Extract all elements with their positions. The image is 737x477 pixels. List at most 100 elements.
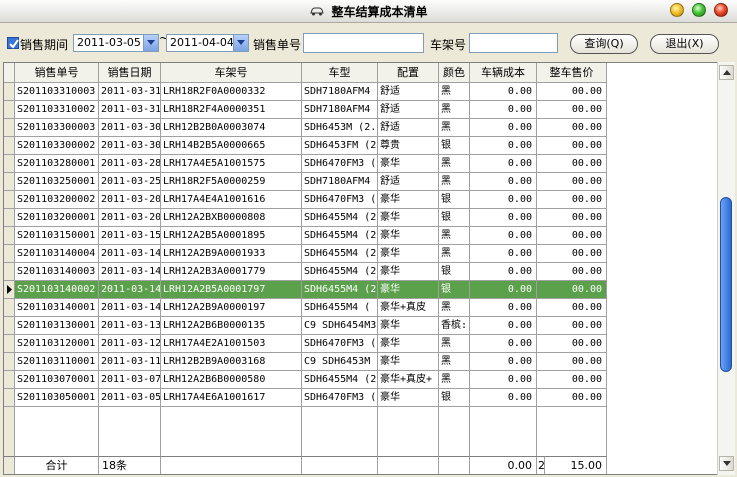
table-cell: 黑 [439,353,470,371]
date-from-select[interactable]: 2011-03-05 [73,34,159,52]
table-cell: 黑 [439,83,470,101]
table-cell: 银 [439,209,470,227]
table-cell: 0.00 [470,389,537,407]
date-to-select[interactable]: 2011-04-04 [166,34,249,52]
table-cell: 0.00 [470,83,537,101]
scroll-down-button[interactable] [719,456,734,471]
table-cell: SDH6470FM3 ( [302,155,378,173]
row-indicator[interactable] [4,155,15,173]
column-header[interactable]: 销售日期 [99,63,161,83]
table-cell: 0.00 [470,263,537,281]
scroll-thumb[interactable] [720,197,732,372]
table-cell: S201103140003 [15,263,99,281]
date-to-dropdown-button[interactable] [233,35,248,51]
table-cell: 2011-03-14 [99,245,161,263]
column-header[interactable]: 整车售价 [537,63,607,83]
vin-input[interactable] [469,33,558,53]
table-cell: 黑 [439,101,470,119]
row-indicator[interactable] [4,101,15,119]
table-cell: SDH6455M4 (2.0 [302,281,378,299]
table-cell: 2011-03-25 [99,173,161,191]
grid-line [301,407,302,456]
column-header[interactable]: 颜色 [439,63,470,83]
footer-price-total-prefix: 2 [537,456,545,474]
table-cell: SDH7180AFM4 ( [302,101,378,119]
table-cell: 0.00 [470,155,537,173]
table-cell: 00.00 [537,191,607,209]
table-cell: 银 [439,191,470,209]
table-cell: 0.00 [470,209,537,227]
grid-line [98,407,99,456]
table-cell: 2011-03-05 [99,389,161,407]
table-cell: 豪华 [378,263,439,281]
table-cell: 00.00 [537,209,607,227]
row-indicator[interactable] [4,173,15,191]
table-cell: 00.00 [537,101,607,119]
column-header[interactable]: 车型 [302,63,378,83]
header-indicator-cell [4,63,15,83]
row-indicator[interactable] [4,263,15,281]
table-cell: S201103150001 [15,227,99,245]
footer-cell [439,456,470,474]
table-cell: S201103250001 [15,173,99,191]
period-label: 销售期间 [20,38,69,52]
column-header[interactable]: 销售单号 [15,63,99,83]
row-indicator[interactable] [4,281,15,299]
table-cell: SDH7180AFM4 ( [302,83,378,101]
table-cell: C9 SDH6453M [302,353,378,371]
table-cell: S201103310002 [15,101,99,119]
row-indicator[interactable] [4,209,15,227]
table-cell: LRH17A4E4A1001616 [161,191,302,209]
date-to-value: 2011-04-04 [170,36,234,49]
table-cell: 00.00 [537,119,607,137]
table-cell: 豪华 [378,191,439,209]
scroll-up-button[interactable] [719,65,734,80]
table-cell: 豪华 [378,281,439,299]
table-cell: 2011-03-14 [99,263,161,281]
table-cell: S201103300002 [15,137,99,155]
grid-line [438,407,439,456]
column-header[interactable]: 车辆成本 [470,63,537,83]
vertical-scrollbar[interactable] [717,62,735,475]
row-indicator-empty [4,407,14,456]
row-indicator[interactable] [4,245,15,263]
row-indicator[interactable] [4,353,15,371]
table-cell: 2011-03-13 [99,317,161,335]
table-cell: 2011-03-15 [99,227,161,245]
table-cell: LRH12A2B3A0001779 [161,263,302,281]
window-title: 整车结算成本清单 [331,5,428,19]
order-no-input[interactable] [303,33,424,53]
row-indicator[interactable] [4,389,15,407]
row-indicator[interactable] [4,299,15,317]
chevron-down-icon [147,40,155,45]
table-cell: S201103110001 [15,353,99,371]
query-button[interactable]: 查询(Q) [570,34,638,54]
row-indicator[interactable] [4,83,15,101]
period-checkbox[interactable] [7,37,19,49]
table-cell: 00.00 [537,137,607,155]
table-cell: LRH17A4E5A1001575 [161,155,302,173]
date-from-dropdown-button[interactable] [143,35,158,51]
row-indicator[interactable] [4,137,15,155]
table-cell: 银 [439,281,470,299]
row-indicator[interactable] [4,191,15,209]
column-header[interactable]: 配置 [378,63,439,83]
table-cell: SDH6470FM3 ( [302,335,378,353]
row-indicator[interactable] [4,227,15,245]
exit-button[interactable]: 退出(X) [650,34,719,54]
row-indicator[interactable] [4,371,15,389]
column-header[interactable]: 车架号 [161,63,302,83]
title-area: 整车结算成本清单 [0,3,737,20]
close-button[interactable] [714,3,728,17]
footer-cell [378,456,439,474]
row-indicator[interactable] [4,317,15,335]
table-cell: 00.00 [537,83,607,101]
table-cell: 豪华 [378,209,439,227]
maximize-button[interactable] [692,3,706,17]
row-indicator[interactable] [4,335,15,353]
minimize-button[interactable] [670,3,684,17]
footer-row-count: 18条 [99,456,161,474]
table-cell: 舒适 [378,119,439,137]
row-indicator[interactable] [4,119,15,137]
scroll-down-arrow-icon [723,461,731,466]
